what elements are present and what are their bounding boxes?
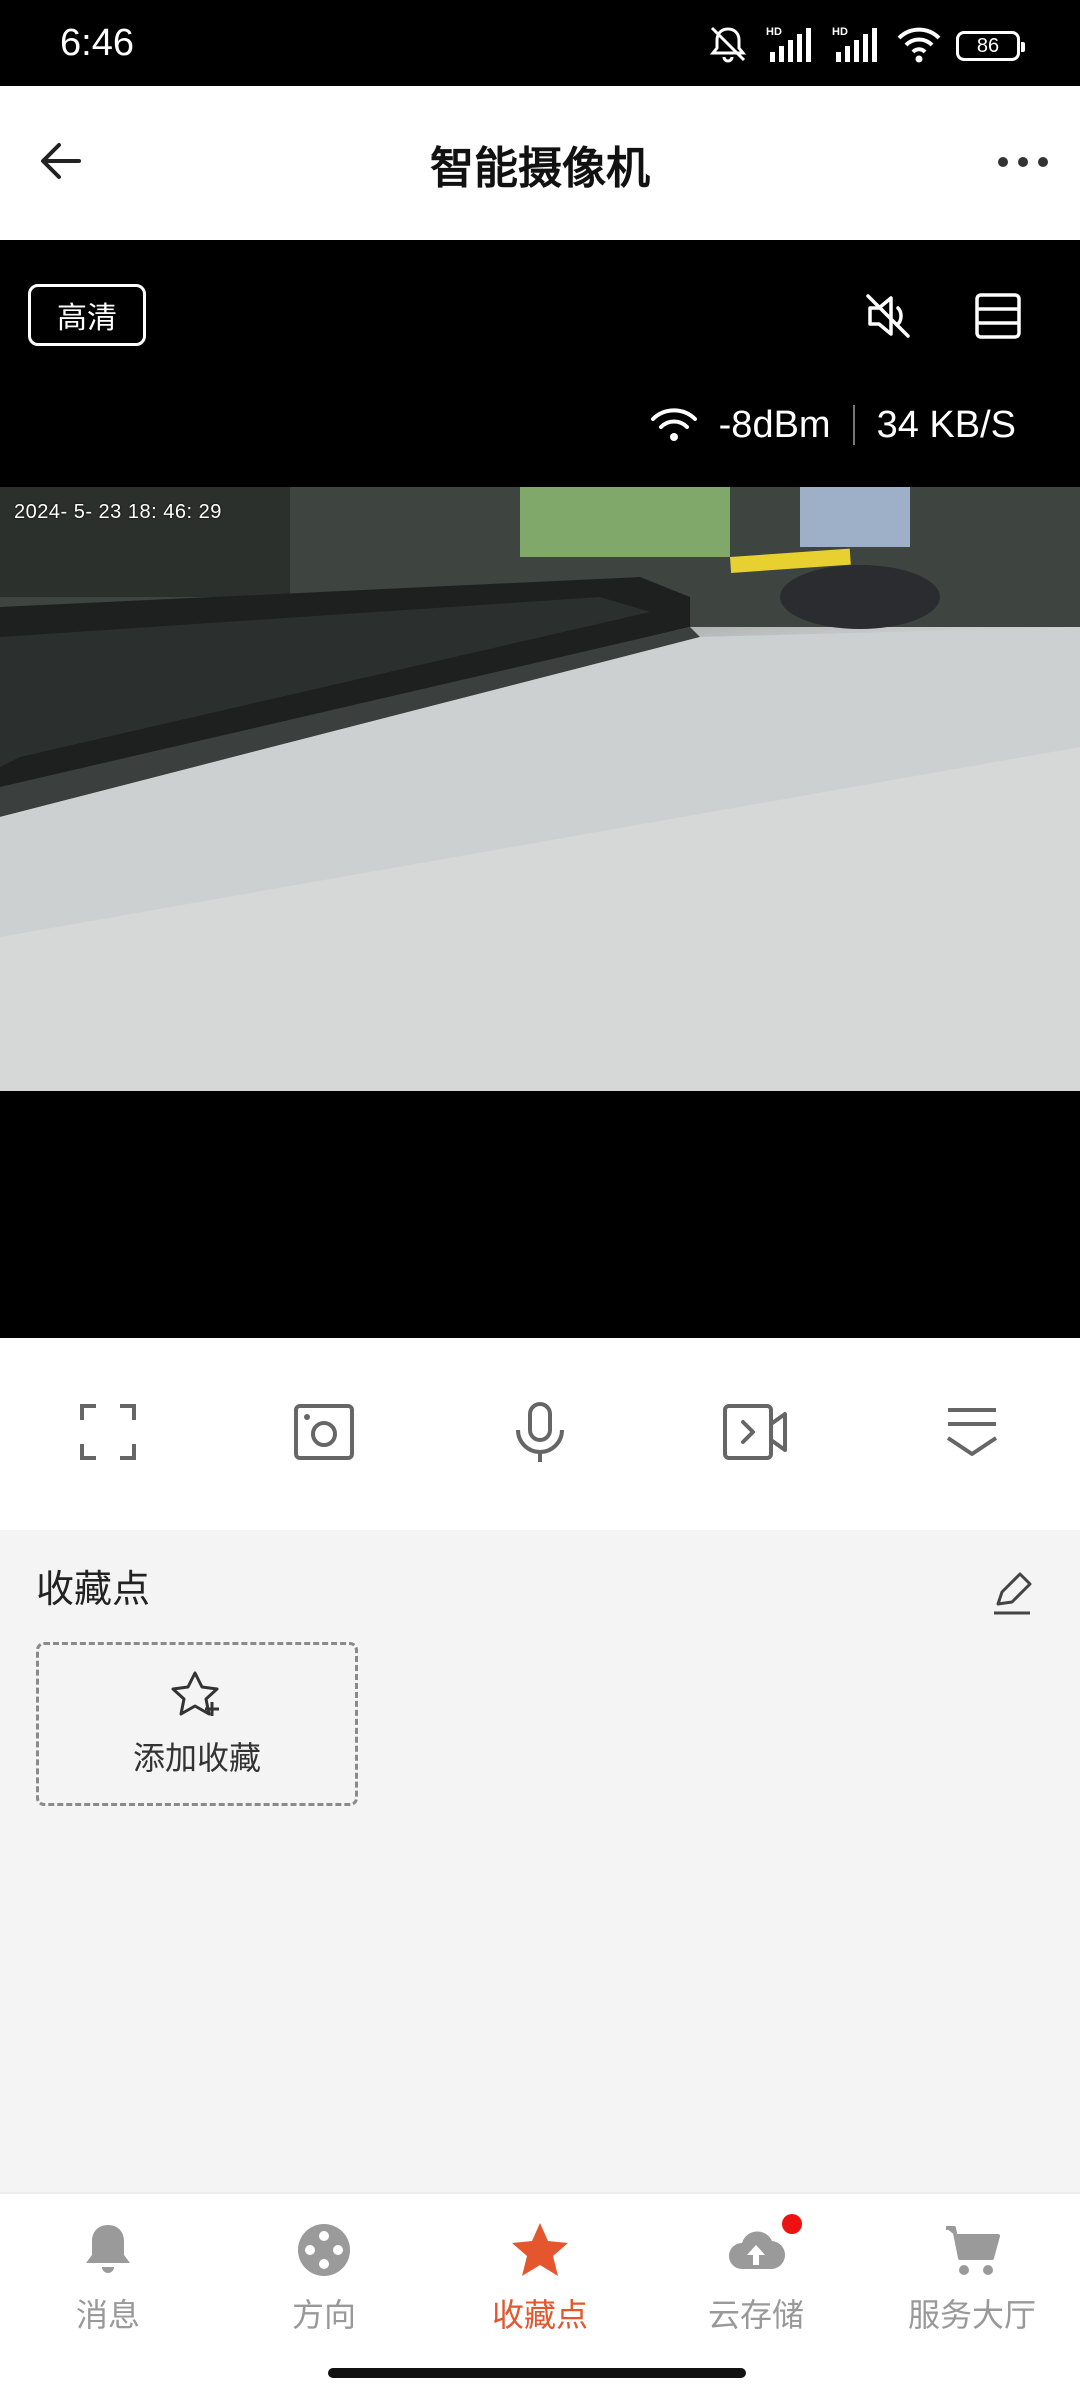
stats-divider <box>852 405 855 445</box>
snapshot-button[interactable] <box>286 1396 362 1472</box>
add-favorite-label: 添加收藏 <box>132 1739 261 1777</box>
battery-icon: 86 <box>956 31 1025 61</box>
video-record-icon <box>721 1402 791 1466</box>
nav-label: 云存储 <box>707 2296 804 2334</box>
edit-favorites-button[interactable] <box>984 1568 1040 1624</box>
pencil-icon <box>990 1572 1034 1620</box>
mute-bell-icon <box>706 24 750 68</box>
home-indicator[interactable] <box>328 2368 746 2378</box>
nav-label: 消息 <box>75 2296 140 2334</box>
status-bar: 6:46 HD HD 86 <box>0 0 1080 86</box>
split-layout-icon <box>973 291 1023 345</box>
nav-item-cloud-storage[interactable]: 云存储 <box>656 2214 856 2350</box>
talk-button[interactable] <box>502 1396 578 1472</box>
favorites-section: 收藏点 添加收藏 <box>0 1530 1080 2190</box>
expand-panel-icon <box>942 1402 1002 1466</box>
hd-signal-icon: HD <box>764 24 816 68</box>
svg-text:HD: HD <box>766 26 782 38</box>
fullscreen-button[interactable] <box>70 1396 146 1472</box>
camera-feed[interactable]: 2024- 5- 23 18: 46: 29 <box>0 487 1080 1091</box>
cart-icon <box>940 2220 1004 2280</box>
svg-text:HD: HD <box>832 26 848 38</box>
wifi-icon <box>896 24 942 68</box>
video-panel: 高清 -8dBm 34 KB/S 2024- 5- 23 18: 46: 29 <box>0 240 1080 1338</box>
hd-signal-icon: HD <box>830 24 882 68</box>
star-icon <box>508 2220 572 2280</box>
nav-label: 服务大厅 <box>907 2296 1036 2334</box>
microphone-icon <box>510 1400 570 1468</box>
fullscreen-icon <box>78 1402 138 1466</box>
bitrate-text: 34 KB/S <box>876 403 1016 446</box>
nav-item-direction[interactable]: 方向 <box>224 2220 424 2350</box>
layout-button[interactable] <box>966 286 1030 350</box>
record-button[interactable] <box>718 1396 794 1472</box>
nav-label: 收藏点 <box>491 2296 588 2334</box>
favorites-title: 收藏点 <box>36 1567 151 1611</box>
add-favorite-button[interactable]: 添加收藏 <box>36 1642 358 1806</box>
app-header: 智能摄像机 <box>0 86 1080 240</box>
nav-item-favorites[interactable]: 收藏点 <box>440 2220 640 2350</box>
signal-strength-text: -8dBm <box>718 403 831 446</box>
snapshot-icon <box>292 1402 356 1466</box>
network-stats: -8dBm 34 KB/S <box>649 400 1016 450</box>
signal-wifi-icon <box>649 405 699 445</box>
quality-toggle-button[interactable]: 高清 <box>28 284 146 346</box>
more-dots-icon <box>996 154 1050 173</box>
speaker-muted-icon <box>862 290 914 346</box>
nav-label: 方向 <box>291 2296 356 2334</box>
direction-pad-icon <box>292 2220 356 2280</box>
control-bar <box>0 1338 1080 1530</box>
more-controls-button[interactable] <box>934 1396 1010 1472</box>
nav-item-service-hall[interactable]: 服务大厅 <box>872 2220 1072 2350</box>
notification-badge <box>782 2214 802 2234</box>
status-time: 6:46 <box>60 22 134 64</box>
nav-item-messages[interactable]: 消息 <box>8 2220 208 2350</box>
cloud-upload-icon <box>724 2214 802 2280</box>
page: 6:46 HD HD 86 智能摄像机 高清 -8dBm 34 KB/S 202… <box>0 0 1080 2400</box>
status-icons: HD HD 86 <box>706 24 1025 68</box>
feed-timestamp: 2024- 5- 23 18: 46: 29 <box>14 501 222 523</box>
mute-button[interactable] <box>856 286 920 350</box>
page-title: 智能摄像机 <box>430 143 650 194</box>
camera-feed-image <box>0 487 1080 1091</box>
bell-icon <box>76 2220 140 2280</box>
star-plus-icon <box>167 1669 227 1729</box>
more-button[interactable] <box>990 130 1056 196</box>
